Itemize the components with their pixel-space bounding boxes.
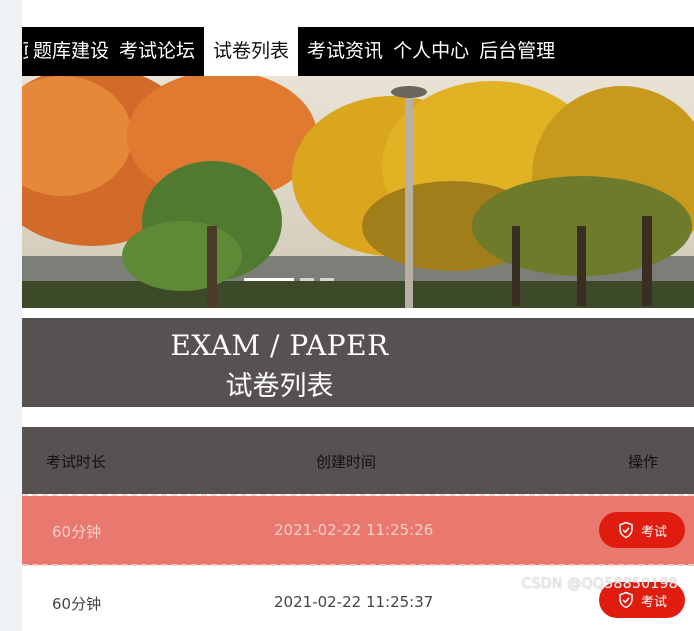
exam-button[interactable]: 考试 <box>599 512 685 548</box>
section-title-chinese: 试卷列表 <box>225 371 334 402</box>
nav-item-paper-list[interactable]: 试卷列表 <box>204 27 299 76</box>
nav-item-question-bank[interactable]: 题库建设 <box>28 27 114 76</box>
nav-item-personal-center[interactable]: 个人中心 <box>388 27 474 76</box>
header-action: 操作 <box>628 453 659 471</box>
header-duration: 考试时长 <box>46 453 107 471</box>
watermark: CSDN @QQ58850198 <box>521 576 678 592</box>
left-edge-strip <box>0 0 22 631</box>
shield-check-icon <box>619 591 633 609</box>
exam-button-label: 考试 <box>640 524 667 540</box>
cell-duration: 60分钟 <box>52 595 102 613</box>
cell-duration: 60分钟 <box>52 523 102 541</box>
nav-item-exam-news[interactable]: 考试资讯 <box>302 27 388 76</box>
section-title-band: EXAM / PAPER 试卷列表 <box>22 318 694 407</box>
main-nav: 页 题库建设 考试论坛 试卷列表 考试资讯 个人中心 后台管理 <box>22 27 694 76</box>
nav-item-exam-forum[interactable]: 考试论坛 <box>114 27 200 76</box>
table-header: 考试时长 创建时间 操作 <box>22 427 694 494</box>
banner-image <box>22 76 694 308</box>
header-created-time: 创建时间 <box>316 453 377 471</box>
cell-created-time: 2021-02-22 11:25:37 <box>274 593 434 611</box>
section-title-english: EXAM / PAPER <box>170 329 389 362</box>
cell-created-time: 2021-02-22 11:25:26 <box>274 521 434 539</box>
top-spacer <box>22 0 694 27</box>
shield-check-icon <box>619 521 633 539</box>
nav-item-admin[interactable]: 后台管理 <box>474 27 560 76</box>
table-row[interactable]: 60分钟 2021-02-22 11:25:26 考试 <box>22 496 694 565</box>
exam-button-label: 考试 <box>640 594 667 610</box>
banner-carousel <box>22 76 694 308</box>
